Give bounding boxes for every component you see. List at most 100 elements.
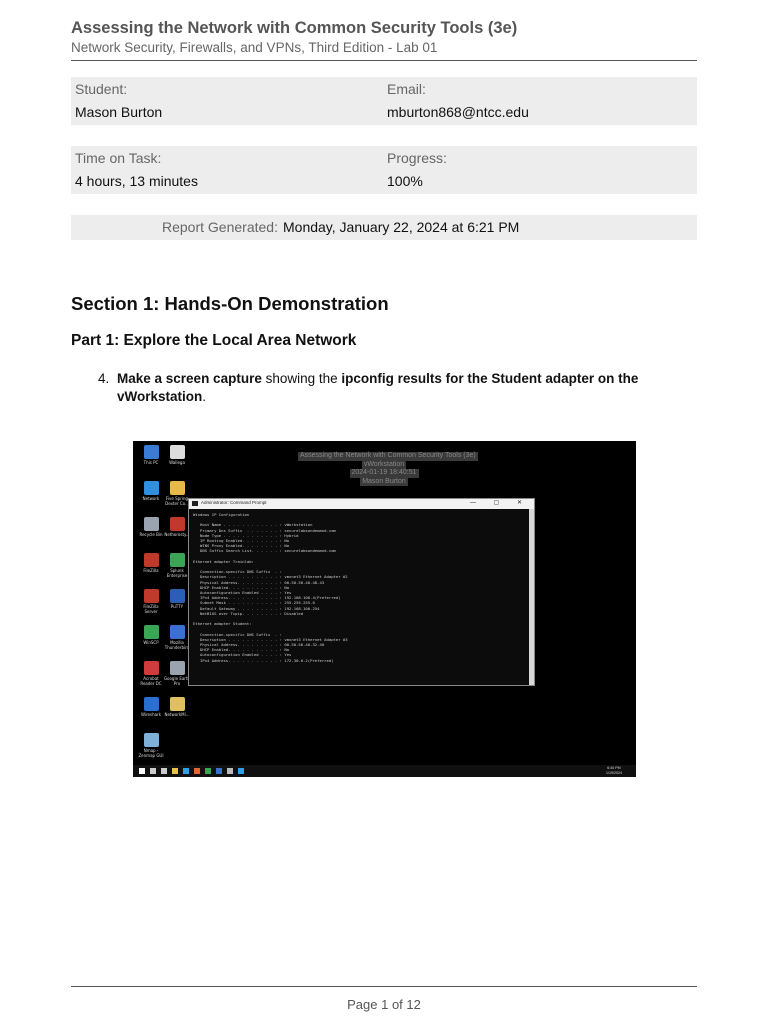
desktop-shortcut-label: Acrobat Reader DC: [140, 676, 162, 686]
email-label: Email:: [387, 81, 426, 97]
desktop-shortcut-label: Nmap - Zenmap GUI: [138, 748, 164, 758]
desktop-shortcut-label: This PC: [143, 460, 159, 465]
desktop-shortcut-icon[interactable]: Google Earth Pro: [163, 661, 191, 686]
desktop-shortcut-icon[interactable]: Recycle Bin: [137, 517, 165, 537]
app-icon: [169, 553, 185, 567]
app-icon: [143, 589, 159, 603]
desktop-shortcut-label: NetworkMi...: [164, 712, 190, 717]
desktop-shortcut-icon[interactable]: FileZilla: [137, 553, 165, 573]
desktop-shortcut-label: Splunk Enterprise: [166, 568, 188, 578]
clock-date: 1/19/2024: [606, 770, 622, 775]
desktop-shortcut-label: Google Earth Pro: [163, 676, 191, 686]
step-number: 4.: [98, 371, 110, 386]
progress-value: 100%: [387, 173, 423, 189]
page-number: Page 1 of 12: [347, 997, 421, 1012]
desktop-shortcut-label: Five Spring Dexter Co...: [165, 496, 189, 506]
app-icon: [143, 481, 159, 495]
taskbar-app-icon[interactable]: [194, 768, 200, 774]
desktop-shortcut-icon[interactable]: Acrobat Reader DC: [137, 661, 165, 686]
desktop-shortcut-icon[interactable]: Wallega: [163, 445, 191, 465]
desktop-shortcut-icon[interactable]: Network: [137, 481, 165, 501]
app-icon: [143, 625, 159, 639]
clock-time: 6:40 PM: [607, 766, 621, 770]
app-icon: [143, 661, 159, 675]
app-icon: [169, 445, 185, 459]
desktop-shortcut-label: WinSCP: [143, 640, 159, 645]
window-controls: — ▢ ✕: [469, 500, 530, 506]
taskbar-app-icon[interactable]: [238, 768, 244, 774]
step-bold-action: Make a screen capture: [117, 371, 262, 386]
student-label: Student:: [75, 81, 128, 97]
report-generated-value: Monday, January 22, 2024 at 6:21 PM: [283, 219, 520, 235]
taskbar-app-icon[interactable]: [183, 768, 189, 774]
desktop-shortcut-icon[interactable]: PuTTY: [163, 589, 191, 609]
desktop-shortcut-icon[interactable]: Wireshark: [137, 697, 165, 717]
taskbar-app-icon[interactable]: [139, 768, 145, 774]
document-subtitle: Network Security, Firewalls, and VPNs, T…: [71, 40, 438, 55]
app-icon: [169, 625, 185, 639]
taskbar-app-icon[interactable]: [172, 768, 178, 774]
step-plain-end: .: [202, 389, 207, 404]
desktop-shortcut-icon[interactable]: NetworkMi...: [163, 697, 191, 717]
header-divider: [71, 60, 697, 61]
task-info-row: Time on Task: 4 hours, 13 minutes Progre…: [71, 146, 697, 194]
desktop-shortcut-label: FileZilla: [143, 568, 159, 573]
windows-taskbar: 6:40 PM 1/19/2024: [133, 765, 636, 777]
app-icon: [169, 517, 185, 531]
email-value: mburton868@ntcc.edu: [387, 104, 529, 120]
taskbar-app-icon[interactable]: [161, 768, 167, 774]
step-text: Make a screen capture showing the ipconf…: [117, 370, 662, 406]
command-prompt-window: Administrator: Command Prompt — ▢ ✕ Wind…: [188, 498, 535, 686]
desktop-shortcut-icon[interactable]: Five Spring Dexter Co...: [163, 481, 191, 506]
desktop-shortcut-label: Wireshark: [140, 712, 162, 717]
app-icon: [169, 697, 185, 711]
terminal-icon: [192, 501, 198, 506]
console-line: IPv4 Address. . . . . . . . . . . : 172.…: [193, 657, 334, 663]
desktop-shortcut-icon[interactable]: This PC: [137, 445, 165, 465]
progress-label: Progress:: [387, 150, 447, 166]
taskbar-app-icon[interactable]: [205, 768, 211, 774]
command-prompt-scrollbar: [529, 509, 534, 685]
desktop-shortcut-icon[interactable]: WinSCP: [137, 625, 165, 645]
app-icon: [143, 697, 159, 711]
screen-capture-image: This PC Wallega Network Five Spring Dexter …: [133, 441, 636, 777]
desktop-shortcut-icon[interactable]: Nethorosty...: [163, 517, 191, 537]
taskbar-app-icon[interactable]: [227, 768, 233, 774]
app-icon: [169, 481, 185, 495]
app-icon: [143, 553, 159, 567]
app-icon: [143, 517, 159, 531]
command-prompt-titlebar: Administrator: Command Prompt — ▢ ✕: [189, 499, 534, 509]
time-on-task-value: 4 hours, 13 minutes: [75, 173, 198, 189]
desktop-shortcut-icon[interactable]: Nmap - Zenmap GUI: [137, 733, 165, 758]
desktop-shortcut-label: Network: [142, 496, 160, 501]
part-title: Part 1: Explore the Local Area Network: [71, 332, 357, 349]
app-icon: [169, 589, 185, 603]
wallpaper-line: Assessing the Network with Common Securi…: [298, 452, 478, 461]
document-title: Assessing the Network with Common Securi…: [71, 19, 518, 37]
app-icon: [169, 661, 185, 675]
document-header: Assessing the Network with Common Securi…: [71, 17, 697, 57]
app-icon: [143, 733, 159, 747]
desktop-shortcut-label: Recycle Bin: [139, 532, 163, 537]
report-generated-label: Report Generated:: [162, 219, 278, 235]
taskbar-clock: 6:40 PM 1/19/2024: [606, 766, 622, 775]
footer-divider: [71, 986, 697, 987]
wallpaper-line: vWorkstation: [361, 460, 407, 469]
desktop-shortcut-label: Mozilla Thunderbird: [164, 640, 190, 650]
time-on-task-label: Time on Task:: [75, 150, 162, 166]
student-value: Mason Burton: [75, 104, 163, 120]
taskbar-app-icon[interactable]: [150, 768, 156, 774]
ipconfig-output: Windows IP Configuration Host Name . . .…: [189, 509, 534, 666]
desktop-shortcut-label: Wallega: [169, 460, 185, 465]
desktop-shortcut-label: Nethorosty...: [164, 532, 190, 537]
wallpaper-info-text: Assessing the Network with Common Securi…: [298, 452, 478, 486]
taskbar-app-icon[interactable]: [216, 768, 222, 774]
command-prompt-title: Administrator: Command Prompt: [201, 500, 267, 505]
desktop-shortcut-label: PuTTY: [170, 604, 184, 609]
desktop-shortcut-label: FileZilla Server: [143, 604, 159, 614]
desktop-shortcut-icon[interactable]: Mozilla Thunderbird: [163, 625, 191, 650]
wallpaper-line: Mason Burton: [360, 477, 408, 486]
desktop-shortcut-icon[interactable]: Splunk Enterprise: [163, 553, 191, 578]
step-plain-text: showing the: [261, 371, 342, 386]
desktop-shortcut-icon[interactable]: FileZilla Server: [137, 589, 165, 614]
